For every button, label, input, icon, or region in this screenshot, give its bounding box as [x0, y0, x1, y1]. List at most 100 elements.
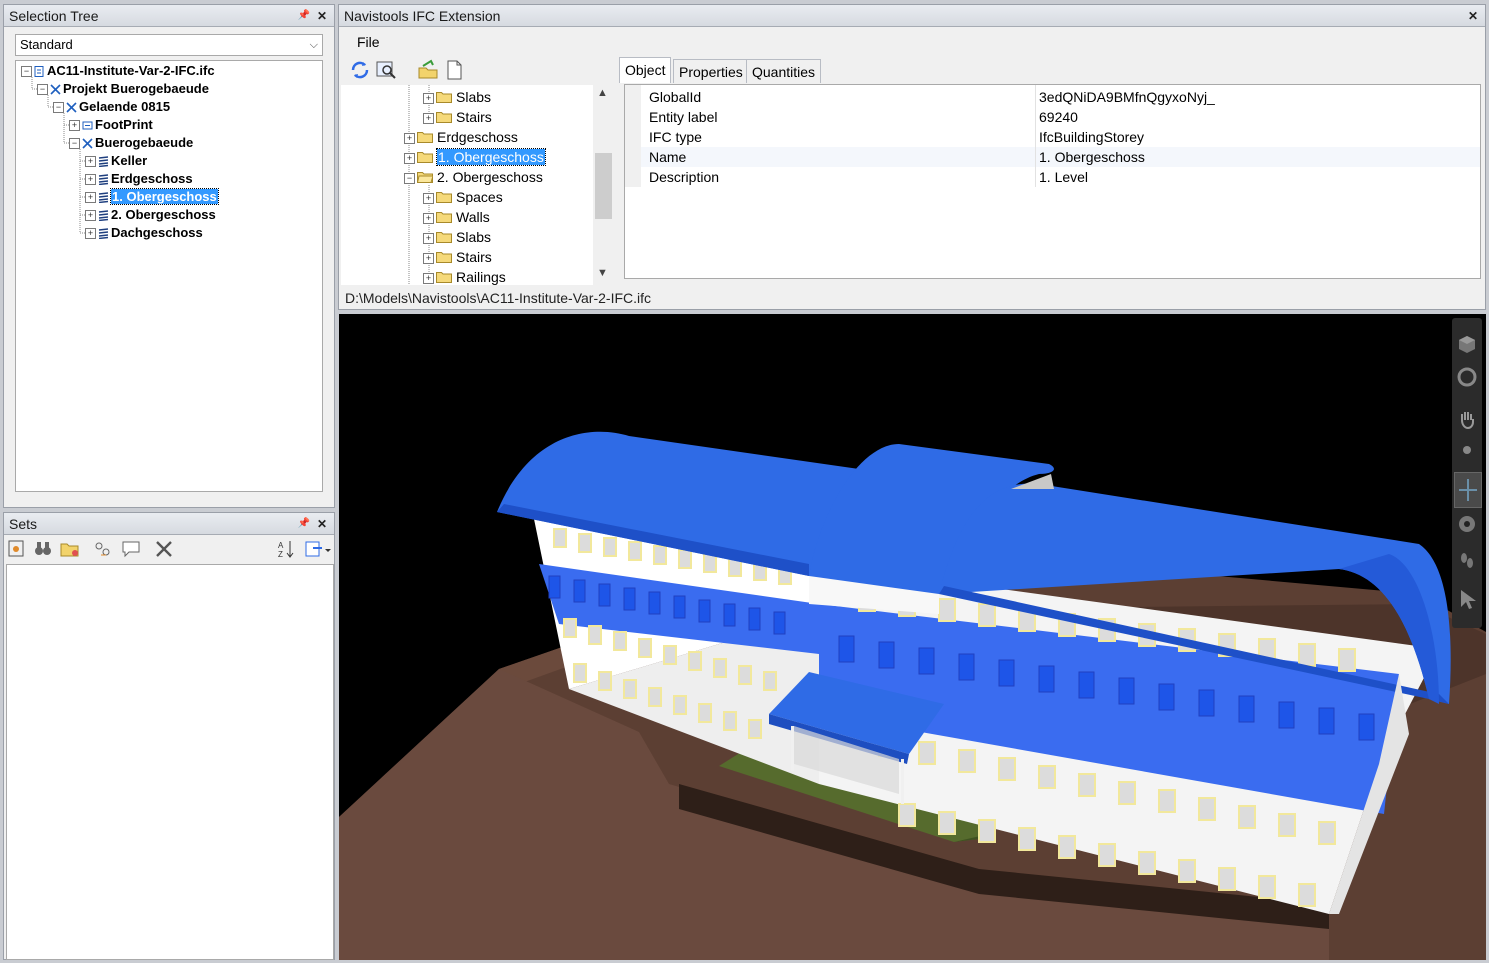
ifc-tree-item[interactable]: + Stairs: [423, 107, 492, 127]
tree-item-obergeschoss-1[interactable]: +1. Obergeschoss: [85, 188, 219, 206]
expand-icon[interactable]: +: [423, 112, 434, 124]
property-value: 1. Level: [1039, 169, 1089, 185]
property-key: Entity label: [649, 109, 718, 125]
selection-tree-mode-select[interactable]: Standard ⌵: [15, 34, 323, 56]
menu-file[interactable]: File: [357, 33, 380, 51]
tree-item-file[interactable]: − AC11-Institute-Var-2-IFC.ifc: [21, 62, 215, 80]
binoculars-icon[interactable]: [32, 538, 54, 560]
duplicate-icon[interactable]: [92, 538, 114, 560]
tab-properties[interactable]: Properties: [673, 59, 749, 83]
expand-icon[interactable]: +: [85, 210, 96, 222]
status-path: D:\Models\Navistools\AC11-Institute-Var-…: [345, 290, 652, 306]
expand-icon[interactable]: +: [423, 252, 434, 264]
pin-icon[interactable]: 📌: [296, 513, 312, 535]
save-selection-icon[interactable]: [6, 538, 28, 560]
expand-icon[interactable]: +: [85, 174, 96, 186]
expand-icon[interactable]: +: [423, 192, 434, 204]
ifc-tree-item-label: Stairs: [456, 109, 492, 125]
collapse-icon[interactable]: −: [21, 66, 32, 78]
select-arrow-icon[interactable]: [1458, 588, 1478, 610]
property-row[interactable]: Description 1. Level: [625, 167, 1480, 187]
tree-item-project[interactable]: − Projekt Buerogebaeude: [37, 80, 209, 98]
expand-icon[interactable]: +: [404, 152, 415, 164]
expand-icon[interactable]: +: [69, 120, 80, 132]
property-row[interactable]: GlobalId 3edQNiDA9BMfnQgyxoNyj_: [625, 87, 1480, 107]
sets-toolbar: AZ: [4, 536, 334, 562]
expand-icon[interactable]: +: [423, 92, 434, 104]
expand-icon[interactable]: +: [423, 232, 434, 244]
expand-icon[interactable]: +: [423, 272, 434, 284]
ifc-tree-item[interactable]: − 2. Obergeschoss: [404, 167, 543, 187]
tab-object[interactable]: Object: [619, 57, 672, 83]
tree-item-building[interactable]: − Buerogebaeude: [69, 134, 193, 152]
ifc-tree-item[interactable]: + Stairs: [423, 247, 492, 267]
scroll-down-icon[interactable]: ▼: [597, 267, 608, 279]
property-row[interactable]: IFC type IfcBuildingStorey: [625, 127, 1480, 147]
cube-icon[interactable]: [1456, 334, 1478, 356]
ifc-tree-item-selected[interactable]: +1. Obergeschoss: [404, 147, 546, 167]
walk-icon[interactable]: [1457, 550, 1477, 570]
expand-icon[interactable]: +: [423, 212, 434, 224]
property-key: Name: [649, 149, 687, 165]
ifc-tree-item-label: Slabs: [456, 229, 492, 245]
ifc-tree-item[interactable]: + Walls: [423, 207, 490, 227]
selection-tree-panel: Selection Tree 📌 ✕ Standard ⌵ − AC11-Inst…: [3, 4, 335, 508]
folder-icon: [436, 272, 452, 284]
tree-item-footprint[interactable]: + FootPrint: [69, 116, 153, 134]
tree-item-erdgeschoss[interactable]: + Erdgeschoss: [85, 170, 193, 188]
property-key: Description: [649, 169, 720, 185]
layers-icon: [98, 156, 109, 168]
sets-list[interactable]: [6, 564, 334, 960]
layer-icon: [82, 121, 93, 130]
ifc-tree-scrollbar[interactable]: ▲ ▼: [593, 85, 613, 285]
3d-viewport[interactable]: [339, 314, 1486, 960]
sort-icon[interactable]: AZ: [275, 538, 297, 560]
collapse-icon[interactable]: −: [53, 102, 64, 114]
cross-icon: [82, 138, 93, 149]
selection-tree-titlebar: Selection Tree 📌 ✕: [4, 5, 334, 27]
new-document-icon[interactable]: [443, 59, 465, 81]
tree-item-site[interactable]: − Gelaende 0815: [53, 98, 170, 116]
ifc-tree-item[interactable]: + Slabs: [423, 87, 491, 107]
tree-item-keller[interactable]: + Keller: [85, 152, 147, 170]
pan-hand-icon[interactable]: [1456, 408, 1478, 430]
tree-item-label: Dachgeschoss: [111, 225, 203, 240]
tree-item-obergeschoss-2[interactable]: +2. Obergeschoss: [85, 206, 216, 224]
tree-item-dachgeschoss[interactable]: + Dachgeschoss: [85, 224, 203, 242]
expand-icon[interactable]: +: [85, 228, 96, 240]
expand-icon[interactable]: +: [85, 156, 96, 168]
comment-icon[interactable]: [120, 538, 142, 560]
property-value: IfcBuildingStorey: [1039, 129, 1145, 145]
collapse-icon[interactable]: −: [69, 138, 80, 150]
ifc-tree-item[interactable]: + Railings: [423, 267, 506, 285]
property-row[interactable]: Name 1. Obergeschoss: [625, 147, 1480, 167]
orbit-icon[interactable]: [1454, 472, 1482, 508]
collapse-icon[interactable]: −: [404, 172, 415, 184]
zoom-dot-icon[interactable]: [1463, 446, 1471, 454]
expand-icon[interactable]: +: [404, 132, 415, 144]
close-icon[interactable]: ✕: [314, 5, 330, 27]
property-row[interactable]: Entity label 69240: [625, 107, 1480, 127]
new-folder-icon[interactable]: [59, 538, 81, 560]
delete-icon[interactable]: [153, 538, 175, 560]
property-grid: GlobalId 3edQNiDA9BMfnQgyxoNyj_ Entity la…: [624, 84, 1481, 279]
ifc-tree-item[interactable]: + Spaces: [423, 187, 503, 207]
import-export-icon[interactable]: [303, 538, 331, 560]
collapse-icon[interactable]: −: [37, 84, 48, 96]
close-icon[interactable]: ✕: [1465, 5, 1481, 27]
export-icon[interactable]: [417, 59, 439, 81]
scroll-thumb[interactable]: [595, 153, 612, 219]
zoom-icon[interactable]: [375, 59, 397, 81]
ifc-toolbar: [343, 57, 613, 85]
look-icon[interactable]: [1457, 514, 1477, 534]
pin-icon[interactable]: 📌: [296, 5, 312, 27]
refresh-icon[interactable]: [349, 59, 371, 81]
ifc-tree-item[interactable]: + Erdgeschoss: [404, 127, 518, 147]
steering-wheel-icon[interactable]: [1456, 366, 1478, 388]
cross-icon: [50, 84, 61, 95]
scroll-up-icon[interactable]: ▲: [597, 87, 608, 99]
tab-quantities[interactable]: Quantities: [746, 59, 822, 83]
ifc-tree-item[interactable]: + Slabs: [423, 227, 491, 247]
expand-icon[interactable]: +: [85, 192, 96, 204]
close-icon[interactable]: ✕: [314, 513, 330, 535]
